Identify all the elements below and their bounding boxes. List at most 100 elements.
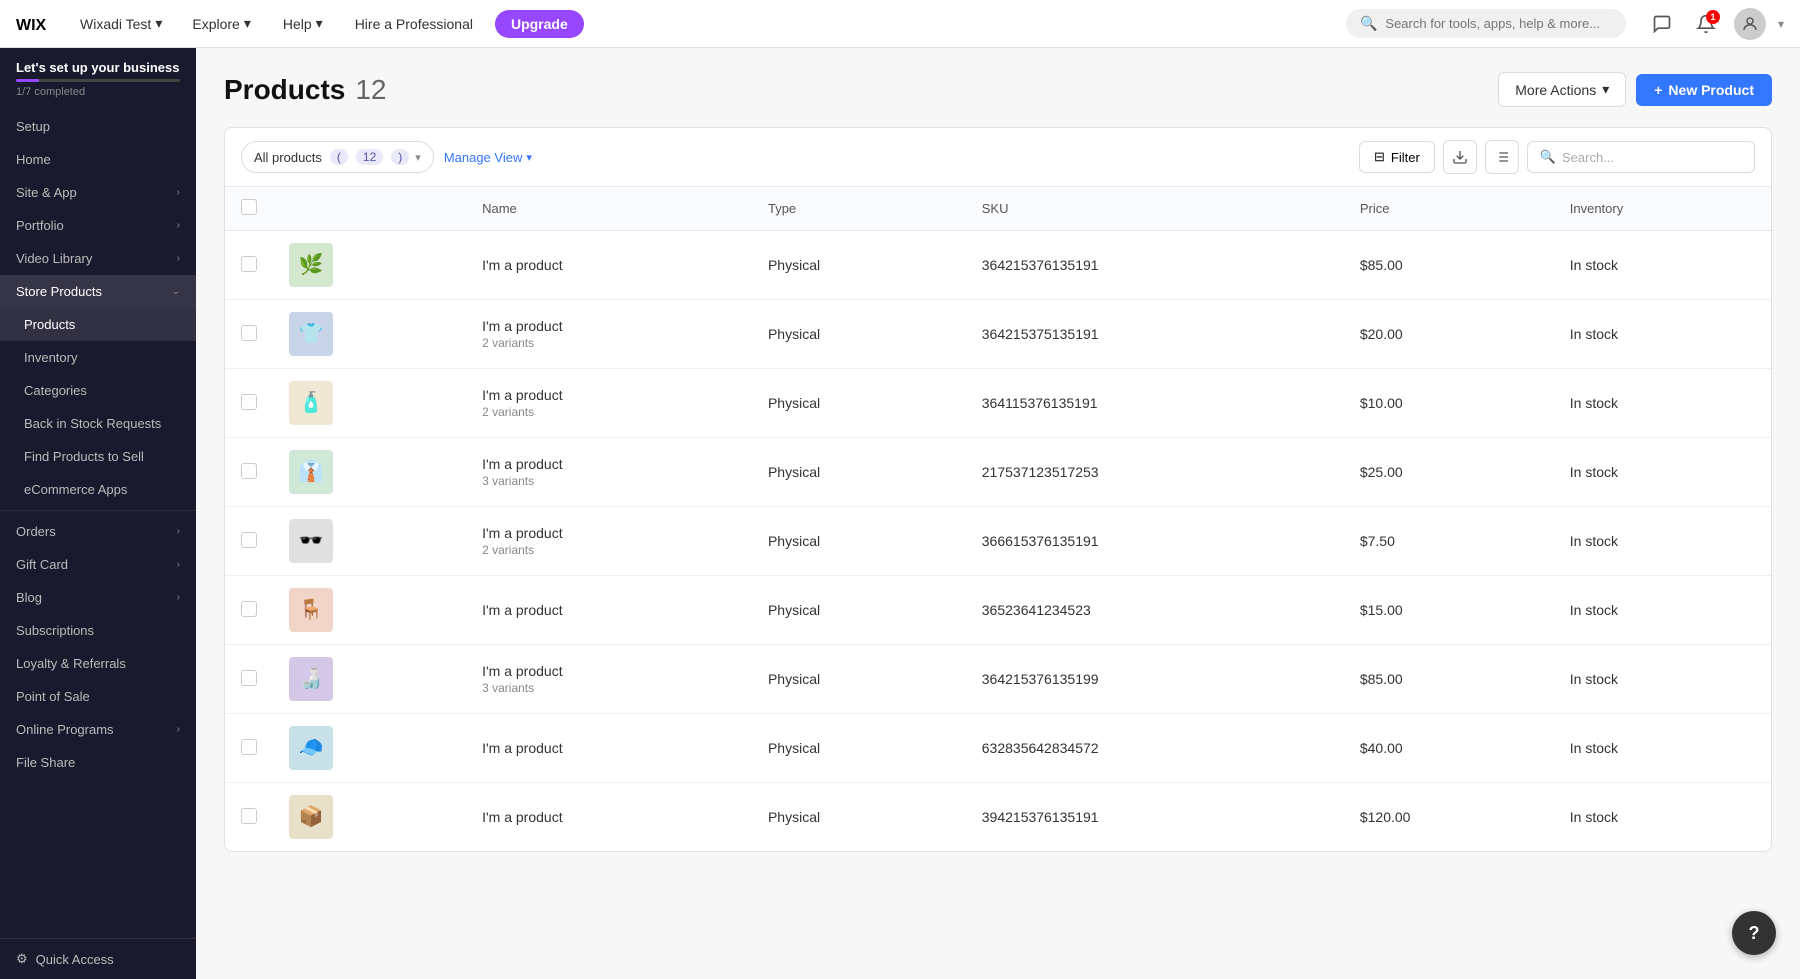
svg-text:WIX: WIX <box>16 17 47 34</box>
row-checkbox-cell[interactable] <box>225 231 273 300</box>
columns-button[interactable] <box>1485 140 1519 174</box>
row-checkbox-cell[interactable] <box>225 300 273 369</box>
row-checkbox-cell[interactable] <box>225 645 273 714</box>
product-thumbnail-cell: 🌿 <box>273 231 466 300</box>
price-header[interactable]: Price <box>1344 187 1554 231</box>
product-name-cell[interactable]: I'm a product <box>466 714 752 783</box>
help-button[interactable]: ? <box>1732 911 1776 955</box>
sidebar-item-loyalty-referrals[interactable]: Loyalty & Referrals <box>0 647 196 680</box>
filter-count: ( <box>330 149 348 165</box>
product-sku-cell: 217537123517253 <box>966 438 1344 507</box>
row-checkbox-cell[interactable] <box>225 576 273 645</box>
site-name-dropdown[interactable]: Wixadi Test ▾ <box>72 11 170 36</box>
export-button[interactable] <box>1443 140 1477 174</box>
row-checkbox[interactable] <box>241 601 257 617</box>
global-search[interactable]: 🔍 <box>1346 9 1626 38</box>
product-name-cell[interactable]: I'm a product <box>466 231 752 300</box>
product-name-cell[interactable]: I'm a product 2 variants <box>466 507 752 576</box>
product-sku-cell: 366615376135191 <box>966 507 1344 576</box>
sidebar-item-online-programs[interactable]: Online Programs › <box>0 713 196 746</box>
help-nav-item[interactable]: Help ▾ <box>273 11 333 36</box>
product-name-cell[interactable]: I'm a product 3 variants <box>466 438 752 507</box>
sidebar-item-video-library[interactable]: Video Library › <box>0 242 196 275</box>
table-row: 🌿 I'm a product Physical 364215376135191… <box>225 231 1771 300</box>
name-header[interactable]: Name <box>466 187 752 231</box>
sidebar-item-categories[interactable]: Categories <box>0 374 196 407</box>
product-name-cell[interactable]: I'm a product 3 variants <box>466 645 752 714</box>
filter-dropdown[interactable]: All products (12) ▾ <box>241 141 434 173</box>
quick-access-button[interactable]: ⚙ Quick Access <box>16 951 180 967</box>
sidebar-item-orders[interactable]: Orders › <box>0 515 196 548</box>
sidebar-item-setup[interactable]: Setup <box>0 110 196 143</box>
sidebar-item-inventory[interactable]: Inventory <box>0 341 196 374</box>
sidebar-item-point-of-sale[interactable]: Point of Sale <box>0 680 196 713</box>
sidebar-item-find-products[interactable]: Find Products to Sell <box>0 440 196 473</box>
product-price-cell: $85.00 <box>1344 231 1554 300</box>
filter-button[interactable]: ⊟ Filter <box>1359 141 1435 173</box>
sku-header[interactable]: SKU <box>966 187 1344 231</box>
product-name-cell[interactable]: I'm a product <box>466 576 752 645</box>
hire-professional-nav-item[interactable]: Hire a Professional <box>345 12 483 36</box>
setup-progress-bar-track <box>16 79 180 82</box>
row-checkbox[interactable] <box>241 463 257 479</box>
row-checkbox[interactable] <box>241 325 257 341</box>
product-type-cell: Physical <box>752 369 966 438</box>
toolbar-right: ⊟ Filter 🔍 <box>1359 140 1755 174</box>
sidebar-item-portfolio[interactable]: Portfolio › <box>0 209 196 242</box>
row-checkbox[interactable] <box>241 808 257 824</box>
chat-icon-button[interactable] <box>1646 8 1678 40</box>
sidebar-item-blog[interactable]: Blog › <box>0 581 196 614</box>
row-checkbox-cell[interactable] <box>225 507 273 576</box>
chevron-right-icon: › <box>177 724 180 735</box>
global-search-input[interactable] <box>1385 16 1612 31</box>
select-all-checkbox[interactable] <box>241 199 257 215</box>
product-name-cell[interactable]: I'm a product 2 variants <box>466 300 752 369</box>
sidebar-item-back-in-stock[interactable]: Back in Stock Requests <box>0 407 196 440</box>
more-actions-button[interactable]: More Actions ▾ <box>1498 72 1626 107</box>
upgrade-button[interactable]: Upgrade <box>495 10 584 38</box>
row-checkbox-cell[interactable] <box>225 714 273 783</box>
user-avatar[interactable] <box>1734 8 1766 40</box>
product-name: I'm a product <box>482 525 736 541</box>
sidebar-item-ecommerce-apps[interactable]: eCommerce Apps <box>0 473 196 506</box>
row-checkbox[interactable] <box>241 256 257 272</box>
product-inventory-cell: In stock <box>1554 714 1771 783</box>
product-thumbnail-cell: 👔 <box>273 438 466 507</box>
sidebar-item-gift-card[interactable]: Gift Card › <box>0 548 196 581</box>
row-checkbox-cell[interactable] <box>225 438 273 507</box>
table-search[interactable]: 🔍 <box>1527 141 1755 173</box>
table-toolbar: All products (12) ▾ Manage View ▾ ⊟ Filt… <box>225 128 1771 187</box>
chevron-right-icon: › <box>177 253 180 264</box>
new-product-button[interactable]: + New Product <box>1636 74 1772 106</box>
product-inventory-cell: In stock <box>1554 783 1771 852</box>
table-row: 🍶 I'm a product 3 variants Physical 3642… <box>225 645 1771 714</box>
inventory-header[interactable]: Inventory <box>1554 187 1771 231</box>
product-price-cell: $120.00 <box>1344 783 1554 852</box>
row-checkbox-cell[interactable] <box>225 783 273 852</box>
row-checkbox[interactable] <box>241 670 257 686</box>
row-checkbox[interactable] <box>241 739 257 755</box>
product-variants: 2 variants <box>482 543 736 557</box>
product-type-cell: Physical <box>752 438 966 507</box>
row-checkbox[interactable] <box>241 394 257 410</box>
explore-nav-item[interactable]: Explore ▾ <box>182 11 261 36</box>
sidebar-item-file-share[interactable]: File Share <box>0 746 196 779</box>
product-variants: 3 variants <box>482 681 736 695</box>
notifications-icon-button[interactable]: 1 <box>1690 8 1722 40</box>
wix-logo: WIX <box>16 14 52 34</box>
select-all-header[interactable] <box>225 187 273 231</box>
sidebar-item-site-app[interactable]: Site & App › <box>0 176 196 209</box>
product-name-cell[interactable]: I'm a product <box>466 783 752 852</box>
product-thumbnail-cell: 🪑 <box>273 576 466 645</box>
sidebar-item-home[interactable]: Home <box>0 143 196 176</box>
row-checkbox-cell[interactable] <box>225 369 273 438</box>
type-header[interactable]: Type <box>752 187 966 231</box>
product-name-cell[interactable]: I'm a product 2 variants <box>466 369 752 438</box>
sidebar-item-store-products[interactable]: Store Products ⌄ <box>0 275 196 308</box>
table-row: 🧢 I'm a product Physical 632835642834572… <box>225 714 1771 783</box>
table-search-input[interactable] <box>1562 150 1742 165</box>
manage-view-button[interactable]: Manage View ▾ <box>444 150 532 165</box>
sidebar-item-products[interactable]: Products <box>0 308 196 341</box>
row-checkbox[interactable] <box>241 532 257 548</box>
sidebar-item-subscriptions[interactable]: Subscriptions <box>0 614 196 647</box>
